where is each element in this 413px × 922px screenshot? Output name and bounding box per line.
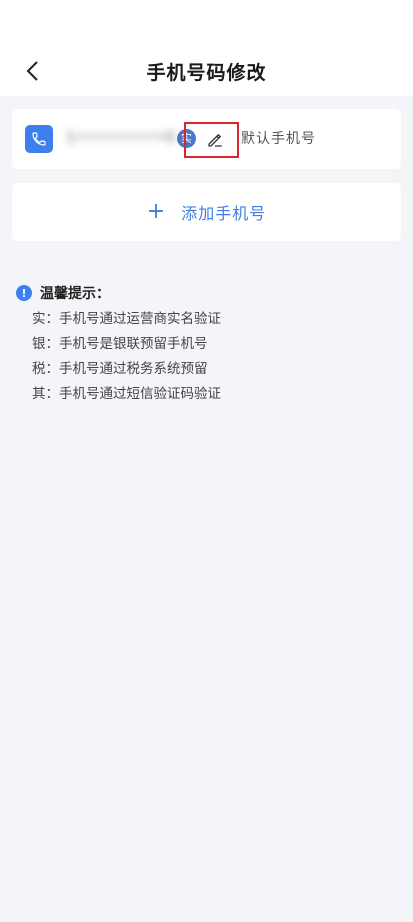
tip-line: 其：手机号通过短信验证码验证 [32,386,221,402]
add-phone-label: 添加手机号 [181,204,267,223]
phone-card: 1•••••••••0 实 默认手机号 [12,109,401,169]
tips-title: 温馨提示： [40,286,110,302]
tips-header: ! 温馨提示： [16,283,221,303]
app-header: 手机号码修改 [0,0,413,96]
phone-number: 1•••••••••0 [66,128,176,146]
info-icon: ! [16,285,32,301]
tip-line: 税：手机号通过税务系统预留 [32,361,208,377]
phone-icon [25,125,53,153]
tip-line: 银：手机号是银联预留手机号 [32,336,208,352]
tip-line: 实：手机号通过运营商实名验证 [32,311,221,327]
tips-section: ! 温馨提示： 实：手机号通过运营商实名验证 银：手机号是银联预留手机号 税：手… [16,283,221,403]
default-phone-label: 默认手机号 [241,131,316,147]
page-title: 手机号码修改 [146,62,267,84]
edit-button[interactable] [184,122,239,158]
pencil-icon [207,134,222,147]
add-phone-button[interactable]: + 添加手机号 [12,183,401,241]
plus-icon: + [146,199,166,224]
